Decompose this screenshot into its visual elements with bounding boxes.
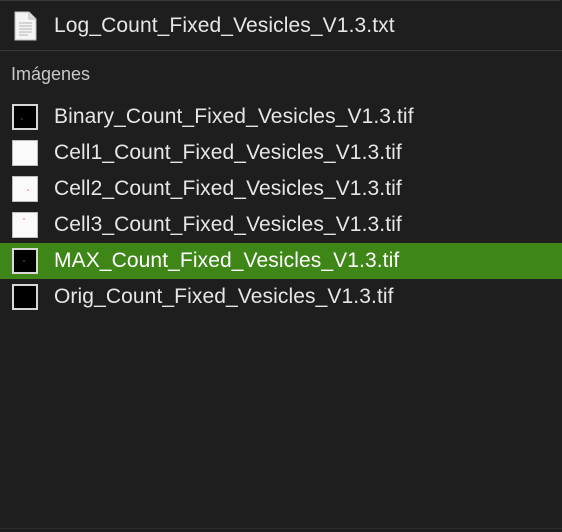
list-item[interactable]: Cell2_Count_Fixed_Vesicles_V1.3.tif [0,171,562,207]
image-thumbnail-icon [12,212,38,238]
file-list-pane: Log_Count_Fixed_Vesicles_V1.3.txt Imágen… [0,0,562,532]
list-item[interactable]: Binary_Count_Fixed_Vesicles_V1.3.tif [0,99,562,135]
log-file-row[interactable]: Log_Count_Fixed_Vesicles_V1.3.txt [0,8,562,48]
list-item[interactable]: Cell3_Count_Fixed_Vesicles_V1.3.tif [0,207,562,243]
image-thumbnail-icon [12,104,38,130]
image-thumbnail-icon [12,248,38,274]
file-name: MAX_Count_Fixed_Vesicles_V1.3.tif [54,249,400,272]
file-name: Orig_Count_Fixed_Vesicles_V1.3.tif [54,285,394,308]
list-item[interactable]: Orig_Count_Fixed_Vesicles_V1.3.tif [0,279,562,315]
section-header-images: Imágenes [11,64,91,84]
image-file-list: Binary_Count_Fixed_Vesicles_V1.3.tif Cel… [0,99,562,315]
list-item[interactable]: Cell1_Count_Fixed_Vesicles_V1.3.tif [0,135,562,171]
file-name: Cell3_Count_Fixed_Vesicles_V1.3.tif [54,213,402,236]
file-name: Cell1_Count_Fixed_Vesicles_V1.3.tif [54,141,402,164]
top-border [0,0,560,1]
section-divider [0,50,562,51]
bottom-divider [0,528,562,529]
file-name: Cell2_Count_Fixed_Vesicles_V1.3.tif [54,177,402,200]
log-file-name: Log_Count_Fixed_Vesicles_V1.3.txt [54,14,395,37]
image-thumbnail-icon [12,140,38,166]
list-item-selected[interactable]: MAX_Count_Fixed_Vesicles_V1.3.tif [0,243,562,279]
file-name: Binary_Count_Fixed_Vesicles_V1.3.tif [54,105,414,128]
image-thumbnail-icon [12,176,38,202]
image-thumbnail-icon [12,284,38,310]
text-document-icon [12,11,38,41]
